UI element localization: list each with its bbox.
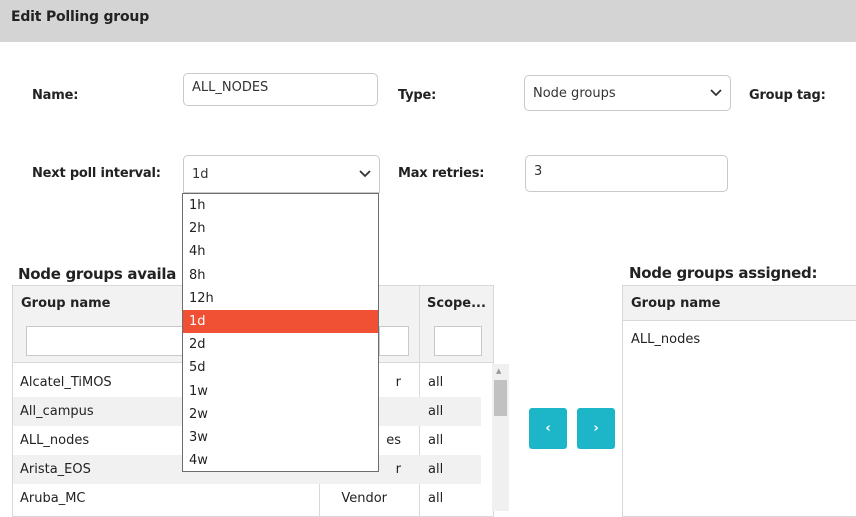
scope-cell: all <box>428 375 444 390</box>
retries-label: Max retries: <box>398 166 485 181</box>
scroll-up-icon[interactable]: ▲ <box>496 367 501 375</box>
group-name-cell: All_campus <box>20 404 94 419</box>
scope-filter-input[interactable] <box>434 326 482 356</box>
interval-dropdown-list: 1h 2h 4h 8h 12h 1d 2d 5d 1w 2w 3w 4w <box>182 193 379 472</box>
interval-option[interactable]: 2h <box>183 217 378 240</box>
group-name-cell: Arista_EOS <box>20 462 91 477</box>
interval-option[interactable]: 3w <box>183 426 378 449</box>
scrollbar-thumb[interactable] <box>494 380 507 416</box>
table-row[interactable]: ALL_nodes <box>631 330 700 348</box>
interval-select-value: 1d <box>192 166 209 182</box>
type-cell: es <box>386 433 401 448</box>
assigned-title: Node groups assigned: <box>629 264 818 282</box>
scope-cell: all <box>428 433 444 448</box>
assigned-group-name: ALL_nodes <box>631 331 701 347</box>
available-title: Node groups availa <box>18 265 177 283</box>
column-header-group-name[interactable]: Group name <box>631 296 721 311</box>
chevron-down-icon <box>710 86 722 100</box>
type-label: Type: <box>398 88 437 103</box>
type-cell: Vendor <box>341 491 387 506</box>
interval-option[interactable]: 4h <box>183 240 378 263</box>
type-filter-input[interactable] <box>379 326 409 356</box>
name-label: Name: <box>32 88 79 103</box>
scope-cell: all <box>428 404 444 419</box>
name-input[interactable]: ALL_NODES <box>183 73 378 106</box>
scope-cell: all <box>428 462 444 477</box>
interval-option[interactable]: 8h <box>183 264 378 287</box>
scope-cell: all <box>428 491 444 506</box>
chevron-down-icon <box>359 167 371 181</box>
interval-select[interactable]: 1d <box>183 155 380 193</box>
interval-option[interactable]: 4w <box>183 449 378 472</box>
chevron-right-icon: › <box>593 421 599 436</box>
interval-option[interactable]: 12h <box>183 287 378 310</box>
interval-option[interactable]: 1h <box>183 194 378 217</box>
retries-input[interactable]: 3 <box>525 155 728 192</box>
dialog-title: Edit Polling group <box>11 9 150 25</box>
type-select[interactable]: Node groups <box>524 75 731 111</box>
group-name-cell: ALL_nodes <box>20 433 90 448</box>
type-cell: r <box>395 375 401 390</box>
group-name-cell: Alcatel_TiMOS <box>20 375 112 390</box>
interval-label: Next poll interval: <box>32 166 161 181</box>
column-header-group-name[interactable]: Group name <box>21 296 111 311</box>
group-tag-label: Group tag: <box>749 88 826 103</box>
move-left-button[interactable]: ‹ <box>529 408 567 449</box>
group-name-cell: Aruba_MC <box>20 491 86 506</box>
interval-option[interactable]: 2d <box>183 333 378 356</box>
table-row[interactable]: Aruba_MC Vendor all <box>13 484 481 513</box>
move-right-button[interactable]: › <box>577 408 615 449</box>
type-cell: r <box>395 462 401 477</box>
interval-option[interactable]: 2w <box>183 403 378 426</box>
assigned-table: Group name ALL_nodes <box>622 285 856 517</box>
column-header-scope[interactable]: Scope... <box>427 296 486 311</box>
interval-option[interactable]: 1d <box>183 309 378 334</box>
chevron-left-icon: ‹ <box>545 421 551 436</box>
interval-option[interactable]: 5d <box>183 356 378 379</box>
interval-option[interactable]: 1w <box>183 380 378 403</box>
type-select-value: Node groups <box>533 85 616 101</box>
